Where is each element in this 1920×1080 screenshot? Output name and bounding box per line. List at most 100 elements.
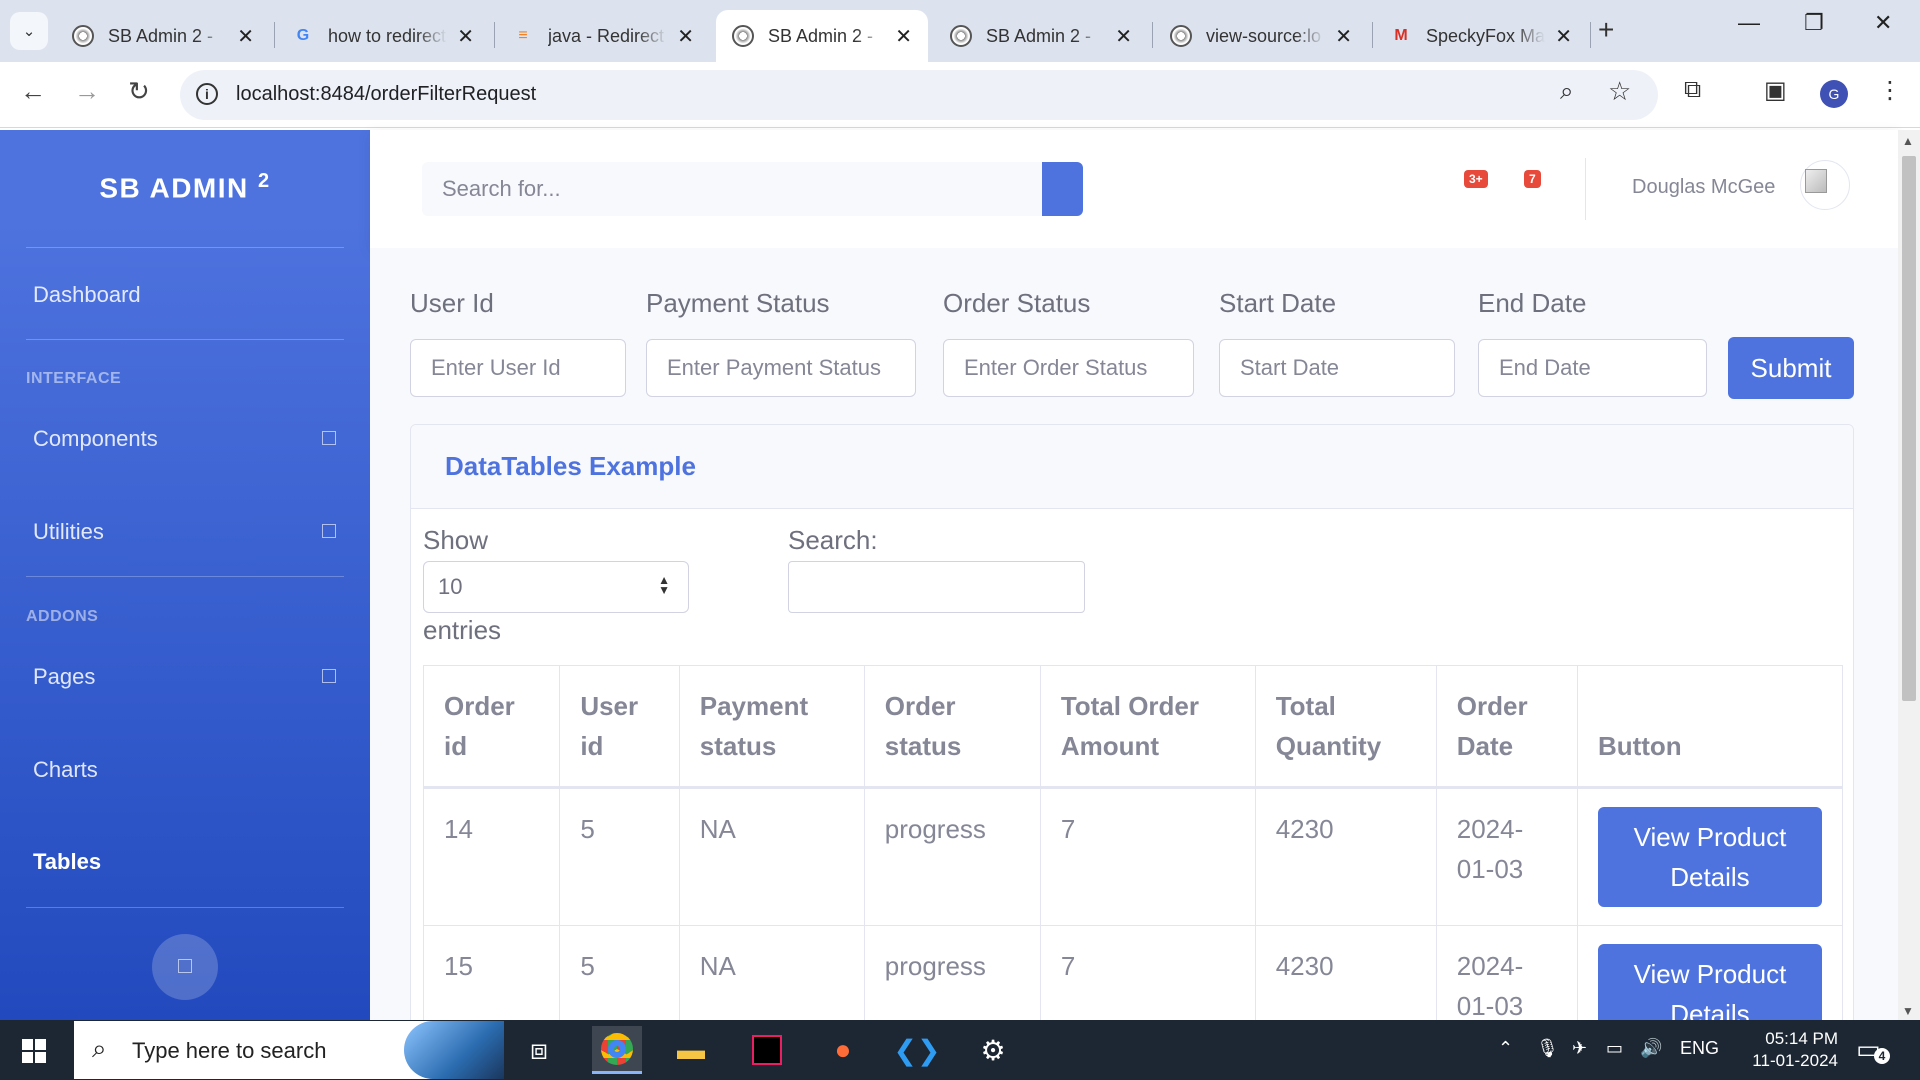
scroll-down-icon[interactable]: ▼ xyxy=(1902,1004,1914,1018)
side-panel-icon[interactable]: ▣ xyxy=(1764,76,1787,105)
order-date-cell: 2024-01-03 xyxy=(1435,925,1578,1020)
submit-button[interactable]: Submit xyxy=(1728,337,1854,399)
sidebar-heading-addons: ADDONS xyxy=(26,608,99,625)
column-header[interactable]: Order Date xyxy=(1435,665,1578,789)
browser-tab[interactable]: M SpeckyFox Ma ✕ xyxy=(1374,10,1588,62)
network-icon[interactable]: ✈ xyxy=(1572,1038,1587,1059)
start-date-input[interactable]: Start Date xyxy=(1219,339,1455,397)
scroll-up-icon[interactable]: ▲ xyxy=(1902,134,1914,148)
user-name[interactable]: Douglas McGee xyxy=(1632,176,1775,199)
notification-center-icon[interactable]: ▭ 4 xyxy=(1856,1034,1890,1065)
topbar-search-input[interactable]: Search for... xyxy=(422,162,1042,216)
user-id-input[interactable]: Enter User Id xyxy=(410,339,626,397)
vscode-icon[interactable]: ❮❯ xyxy=(892,1026,942,1074)
browser-tab[interactable]: SB Admin 2 - ✕ xyxy=(934,10,1148,62)
browser-tab[interactable]: G how to redirect ✕ xyxy=(276,10,490,62)
scrollbar-thumb[interactable] xyxy=(1902,156,1916,701)
site-info-icon[interactable]: i xyxy=(196,83,218,105)
stackoverflow-icon: ≡ xyxy=(518,27,528,44)
payment-status-cell: NA xyxy=(678,925,865,1020)
tab-search-menu-button[interactable]: ⌄ xyxy=(10,12,48,50)
minimize-icon[interactable]: — xyxy=(1738,10,1760,36)
new-tab-icon[interactable]: + xyxy=(1598,14,1614,46)
chrome-taskbar-icon[interactable] xyxy=(592,1026,642,1074)
column-header[interactable]: Order id xyxy=(422,665,561,789)
messages-badge[interactable]: 7 xyxy=(1524,170,1541,188)
page-scrollbar[interactable]: ▲ ▼ xyxy=(1898,130,1920,1020)
alerts-badge[interactable]: 3+ xyxy=(1464,170,1488,188)
topbar-search-button[interactable] xyxy=(1042,162,1083,216)
close-icon[interactable]: ✕ xyxy=(677,24,694,49)
column-header[interactable]: Payment status xyxy=(678,665,865,789)
chevron-up-icon[interactable]: ⌃ xyxy=(1498,1038,1513,1059)
table-search-input[interactable] xyxy=(788,561,1085,613)
language-indicator[interactable]: ENG xyxy=(1680,1038,1719,1059)
browser-menu-icon[interactable]: ⋮ xyxy=(1878,76,1902,105)
microphone-icon[interactable]: 🎙 xyxy=(1536,1038,1559,1059)
windows-start-icon[interactable] xyxy=(22,1039,46,1063)
column-header[interactable]: Total Order Amount xyxy=(1039,665,1256,789)
volume-icon[interactable]: 🔊 xyxy=(1640,1038,1662,1059)
sidebar-item-utilities[interactable]: Utilities xyxy=(33,519,104,545)
order-status-input[interactable]: Enter Order Status xyxy=(943,339,1194,397)
browser-toolbar: ← → ↻ i localhost:8484/orderFilterReques… xyxy=(0,62,1920,128)
system-clock[interactable]: 05:14 PM 11-01-2024 xyxy=(1728,1028,1838,1072)
entries-label: entries xyxy=(423,615,502,645)
settings-gear-icon[interactable]: ⚙ xyxy=(968,1026,1018,1074)
entries-select[interactable]: 10 ▲ ▼ xyxy=(423,561,689,613)
sidebar-brand[interactable]: SB ADMIN 2 xyxy=(0,170,370,204)
user-id-cell: 5 xyxy=(559,925,680,1020)
battery-icon[interactable]: ▭ xyxy=(1606,1038,1623,1059)
browser-tab-active[interactable]: SB Admin 2 - ✕ xyxy=(716,10,928,62)
back-icon[interactable]: ← xyxy=(20,76,46,107)
close-icon[interactable]: ✕ xyxy=(237,24,254,49)
sidebar-item-tables[interactable]: Tables xyxy=(33,849,101,875)
task-view-icon[interactable]: ⧈ xyxy=(514,1026,564,1074)
sidebar-item-components[interactable]: Components xyxy=(33,426,158,452)
sidebar-item-pages[interactable]: Pages xyxy=(33,664,95,690)
browser-tab[interactable]: ≡ java - Redirect ✕ xyxy=(496,10,710,62)
file-explorer-icon[interactable]: ▬ xyxy=(666,1026,716,1074)
browser-tab[interactable]: view-source:lo ✕ xyxy=(1154,10,1368,62)
postman-icon[interactable]: ● xyxy=(818,1026,868,1074)
taskbar-search-box[interactable]: ⌕ Type here to search xyxy=(74,1021,504,1079)
sidebar-toggle-button[interactable] xyxy=(152,934,218,1000)
clock-date: 11-01-2024 xyxy=(1752,1051,1838,1070)
user-avatar[interactable] xyxy=(1800,160,1850,210)
quantity-cell: 4230 xyxy=(1254,925,1437,1020)
view-product-details-button[interactable]: View Product Details xyxy=(1597,944,1822,1020)
column-header[interactable]: Order status xyxy=(863,665,1041,789)
close-icon[interactable]: ✕ xyxy=(895,24,912,49)
intellij-icon[interactable] xyxy=(742,1026,792,1074)
sidebar-item-dashboard[interactable]: Dashboard xyxy=(33,282,141,308)
close-icon[interactable]: ✕ xyxy=(457,24,474,49)
close-icon[interactable]: ✕ xyxy=(1555,24,1572,49)
extensions-icon[interactable]: ⧉ xyxy=(1684,76,1701,104)
table-search-label: Search: xyxy=(788,525,878,555)
restore-icon[interactable]: ❐ xyxy=(1804,10,1824,36)
sidebar-item-charts[interactable]: Charts xyxy=(33,757,98,783)
close-icon[interactable]: ✕ xyxy=(1115,24,1132,49)
address-bar[interactable]: i localhost:8484/orderFilterRequest ⌕ ☆ xyxy=(180,70,1658,120)
close-icon[interactable]: ✕ xyxy=(1335,24,1352,49)
view-product-details-button[interactable]: View Product Details xyxy=(1597,807,1822,907)
browser-tab[interactable]: SB Admin 2 - ✕ xyxy=(56,10,270,62)
end-date-input[interactable]: End Date xyxy=(1478,339,1707,397)
tab-title: SpeckyFox Ma xyxy=(1426,25,1546,46)
bookmark-star-icon[interactable]: ☆ xyxy=(1608,76,1631,107)
forward-icon[interactable]: → xyxy=(74,76,100,107)
profile-avatar[interactable]: G xyxy=(1820,80,1848,108)
column-header[interactable]: Total Quantity xyxy=(1254,665,1437,789)
table-header-row: Order id User id Payment status Order st… xyxy=(422,665,1844,789)
payment-status-cell: NA xyxy=(678,787,865,926)
end-date-label: End Date xyxy=(1478,288,1587,318)
button-cell: View Product Details xyxy=(1576,787,1844,926)
reload-icon[interactable]: ↻ xyxy=(128,76,150,107)
url-text[interactable]: localhost:8484/orderFilterRequest xyxy=(236,83,536,106)
payment-status-input[interactable]: Enter Payment Status xyxy=(646,339,916,397)
zoom-icon[interactable]: ⌕ xyxy=(1560,78,1573,106)
column-header[interactable]: Button xyxy=(1576,665,1844,789)
column-header[interactable]: User id xyxy=(559,665,680,789)
card-title: DataTables Example xyxy=(445,451,696,481)
close-window-icon[interactable]: ✕ xyxy=(1874,10,1892,36)
